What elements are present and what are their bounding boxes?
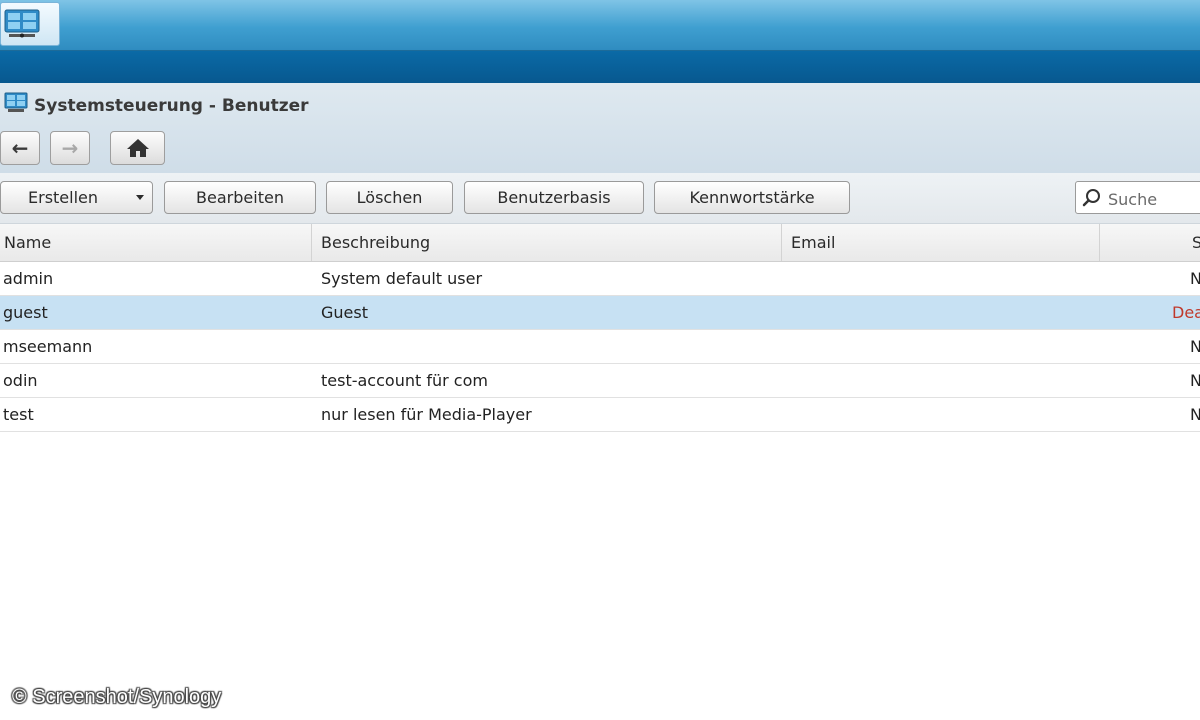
chevron-down-icon[interactable]: [136, 195, 144, 200]
control-panel-window: Systemsteuerung - Benutzer ← → Erstellen…: [0, 83, 1200, 720]
forward-button[interactable]: →: [50, 131, 90, 165]
table-header: Name Beschreibung Email S: [0, 224, 1200, 262]
cell-email: [791, 330, 1091, 363]
search-box[interactable]: [1075, 181, 1200, 214]
cell-status: N: [1100, 398, 1200, 431]
cell-email: [791, 364, 1091, 397]
cell-description: Guest: [321, 303, 368, 322]
cell-status: Dea: [1100, 296, 1200, 329]
control-panel-icon: [4, 92, 28, 112]
taskbar-band: [0, 51, 1200, 83]
cell-email: [791, 296, 1091, 329]
column-header-name[interactable]: Name: [0, 224, 312, 261]
search-input[interactable]: [1106, 186, 1200, 212]
window-header: Systemsteuerung - Benutzer ← →: [0, 83, 1200, 173]
table-row[interactable]: test nur lesen für Media-Player N: [0, 398, 1200, 432]
cell-email: [791, 262, 1091, 295]
home-icon: [126, 139, 149, 157]
cell-status: N: [1100, 364, 1200, 397]
cell-status: N: [1100, 262, 1200, 295]
home-button[interactable]: [110, 131, 165, 165]
password-strength-button[interactable]: Kennwortstärke: [654, 181, 850, 214]
arrow-right-icon: →: [61, 136, 79, 160]
edit-button[interactable]: Bearbeiten: [164, 181, 316, 214]
table-row[interactable]: mseemann N: [0, 330, 1200, 364]
table-row[interactable]: odin test-account für com N: [0, 364, 1200, 398]
taskbar: [0, 0, 1200, 51]
column-header-description[interactable]: Beschreibung: [312, 224, 782, 261]
cell-status: N: [1100, 330, 1200, 363]
status-text: N: [1190, 269, 1200, 288]
taskbar-app-control-panel[interactable]: [0, 2, 60, 46]
create-button-label: Erstellen: [28, 188, 99, 207]
column-header-status-label: S: [1192, 233, 1200, 252]
status-text: N: [1190, 371, 1200, 390]
cell-name: mseemann: [3, 337, 93, 356]
table-row[interactable]: guest Guest Dea: [0, 296, 1200, 330]
cell-name: admin: [3, 269, 54, 288]
cell-name: test: [3, 405, 34, 424]
search-icon: [1082, 189, 1100, 207]
table-row[interactable]: admin System default user N: [0, 262, 1200, 296]
status-text: N: [1190, 337, 1200, 356]
cell-description: [321, 330, 776, 363]
cell-name: guest: [3, 303, 48, 322]
user-base-button[interactable]: Benutzerbasis: [464, 181, 644, 214]
copyright-watermark: © Screenshot/Synology: [12, 686, 222, 708]
status-text: N: [1190, 405, 1200, 424]
column-header-status[interactable]: S: [1100, 224, 1200, 261]
cell-name: odin: [3, 371, 38, 390]
window-title: Systemsteuerung - Benutzer: [34, 96, 309, 116]
arrow-left-icon: ←: [11, 136, 29, 160]
toolbar: Erstellen Bearbeiten Löschen Benutzerbas…: [0, 173, 1200, 224]
cell-description: test-account für com: [321, 371, 488, 390]
cell-description: nur lesen für Media-Player: [321, 405, 532, 424]
cell-email: [791, 398, 1091, 431]
column-header-email[interactable]: Email: [782, 224, 1100, 261]
back-button[interactable]: ←: [0, 131, 40, 165]
status-text: Dea: [1172, 303, 1200, 322]
cell-description: System default user: [321, 269, 483, 288]
delete-button[interactable]: Löschen: [326, 181, 453, 214]
user-table: Name Beschreibung Email S admin System d…: [0, 224, 1200, 432]
control-panel-icon: [4, 9, 40, 38]
create-button[interactable]: Erstellen: [0, 181, 153, 214]
